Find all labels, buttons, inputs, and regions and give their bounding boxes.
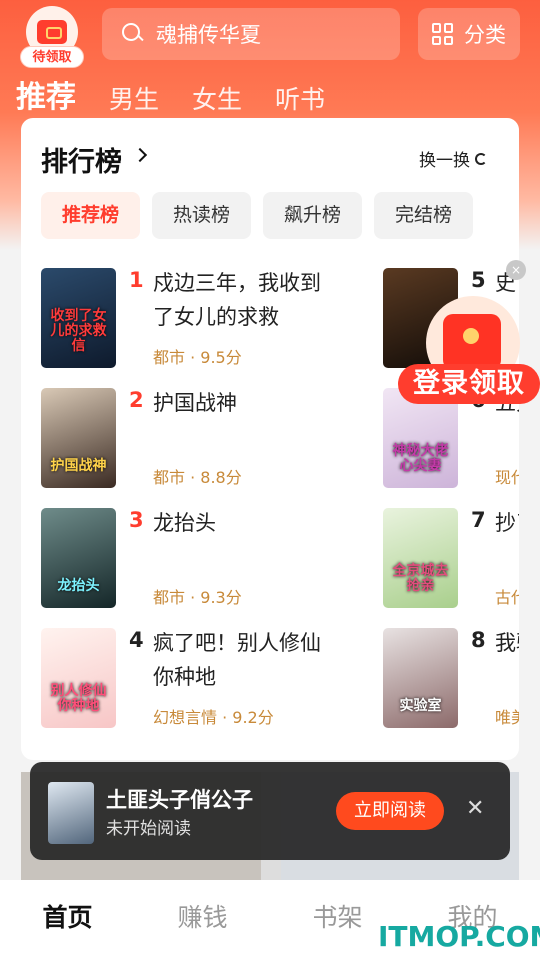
book-title: 戍边三年，我收到了女儿的求救 — [153, 271, 321, 329]
book-item[interactable]: 龙抬头 3 龙抬头 都市 · 9.3分 — [41, 508, 341, 608]
nav-earn[interactable]: 赚钱 — [135, 880, 270, 960]
cover-text: 神秘大佬心尖妻 — [392, 443, 449, 474]
nav-home[interactable]: 首页 — [0, 880, 135, 960]
cover-text: 护国战神 — [50, 458, 107, 474]
book-meta: 唯美 — [495, 708, 519, 727]
refresh-label: 换一换 — [419, 151, 470, 171]
book-meta: 都市 · 9.3分 — [153, 588, 242, 607]
ranking-tabs: 推荐榜 热读榜 飙升榜 完结榜 — [41, 192, 473, 239]
category-label: 分类 — [464, 23, 506, 47]
read-now-button[interactable]: 立即阅读 — [336, 792, 444, 830]
book-title: 护国战神 — [153, 391, 237, 415]
rank-number: 2 — [129, 388, 144, 412]
watermark: ITMOP.COM — [378, 920, 540, 953]
book-item[interactable]: 全京城去抢亲 7 抄了 古代 — [383, 508, 519, 608]
grid-icon — [432, 23, 454, 45]
refresh-icon — [475, 152, 487, 165]
rank-number: 4 — [129, 628, 144, 652]
ranking-card: 排行榜 换一换 推荐榜 热读榜 飙升榜 完结榜 收到了女儿的求救信 1 戍边三年… — [21, 118, 519, 760]
gift-badge: 待领取 — [20, 46, 84, 68]
login-reward-label[interactable]: 登录领取 — [398, 364, 540, 404]
book-meta: 古代 — [495, 588, 519, 607]
book-item[interactable]: 收到了女儿的求救信 1 戍边三年，我收到了女儿的求救 都市 · 9.5分 — [41, 268, 341, 368]
login-reward-popup[interactable]: × 登录领取 — [398, 258, 540, 408]
tab-completed-list[interactable]: 完结榜 — [374, 192, 473, 239]
rank-number: 3 — [129, 508, 144, 532]
book-cover: 别人修仙你种地 — [41, 628, 116, 728]
book-meta: 都市 · 8.8分 — [153, 468, 242, 487]
tab-hot-list[interactable]: 热读榜 — [152, 192, 251, 239]
continue-reading-bar[interactable]: 土匪头子俏公子 未开始阅读 立即阅读 ✕ — [30, 762, 510, 860]
book-meta: 现代 — [495, 468, 519, 487]
channel-tabs: 推荐 男生 女生 听书 — [16, 72, 325, 116]
book-title: 我验 — [495, 631, 519, 655]
close-icon[interactable]: × — [506, 260, 526, 280]
reading-status: 未开始阅读 — [106, 819, 191, 839]
rank-number: 7 — [471, 508, 486, 532]
cover-text: 别人修仙你种地 — [50, 683, 107, 714]
search-bar[interactable]: 魂捕传华夏 — [102, 8, 400, 60]
book-cover: 龙抬头 — [41, 508, 116, 608]
book-title: 抄了 — [495, 511, 519, 535]
cover-text: 收到了女儿的求救信 — [50, 308, 107, 354]
tab-recommend-list[interactable]: 推荐榜 — [41, 192, 140, 239]
book-item[interactable]: 实验室 8 我验 唯美 — [383, 628, 519, 728]
book-cover: 收到了女儿的求救信 — [41, 268, 116, 368]
red-envelope-icon — [443, 314, 501, 370]
chevron-right-icon[interactable] — [132, 147, 148, 163]
gift-entry[interactable]: 待领取 — [20, 6, 84, 68]
book-item[interactable]: 护国战神 2 护国战神 都市 · 8.8分 — [41, 388, 341, 488]
ranking-title[interactable]: 排行榜 — [41, 140, 122, 179]
search-icon — [122, 23, 144, 45]
cover-text: 实验室 — [399, 698, 442, 714]
book-cover: 实验室 — [383, 628, 458, 728]
close-icon[interactable]: ✕ — [466, 796, 484, 821]
tab-female[interactable]: 女生 — [192, 80, 242, 116]
book-item[interactable]: 别人修仙你种地 4 疯了吧！别人修仙你种地 幻想言情 · 9.2分 — [41, 628, 341, 728]
book-meta: 都市 · 9.5分 — [153, 348, 242, 367]
category-button[interactable]: 分类 — [418, 8, 520, 60]
rank-number: 1 — [129, 268, 144, 292]
search-placeholder: 魂捕传华夏 — [156, 23, 261, 47]
reading-book-cover — [48, 782, 94, 844]
tab-rising-list[interactable]: 飙升榜 — [263, 192, 362, 239]
cover-text: 龙抬头 — [57, 578, 100, 594]
refresh-button[interactable]: 换一换 — [419, 146, 487, 171]
book-title: 疯了吧！别人修仙你种地 — [153, 631, 321, 689]
tab-male[interactable]: 男生 — [109, 80, 159, 116]
cover-text: 全京城去抢亲 — [392, 563, 449, 594]
rank-number: 8 — [471, 628, 486, 652]
book-cover: 全京城去抢亲 — [383, 508, 458, 608]
book-meta: 幻想言情 · 9.2分 — [153, 708, 274, 727]
reading-book-title: 土匪头子俏公子 — [106, 788, 253, 812]
tab-audiobook[interactable]: 听书 — [275, 80, 325, 116]
book-title: 龙抬头 — [153, 511, 216, 535]
book-cover: 护国战神 — [41, 388, 116, 488]
tab-recommend[interactable]: 推荐 — [16, 72, 76, 116]
